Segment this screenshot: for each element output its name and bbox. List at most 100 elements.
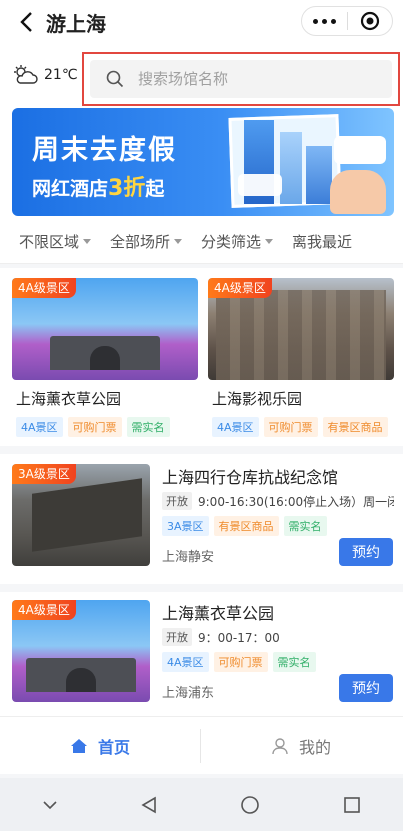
user-icon: [272, 737, 288, 754]
venue-card[interactable]: 4A级景区 上海薰衣草公园 4A景区 可购门票 需实名: [12, 278, 198, 437]
more-menu-button[interactable]: [302, 18, 347, 24]
filter-label: 全部场所: [110, 233, 171, 251]
tab-label: 首页: [97, 737, 130, 757]
venue-card[interactable]: 4A级景区 上海影视乐园 4A景区 可购门票 有景区商品: [208, 278, 394, 437]
reserve-button[interactable]: 预约: [339, 674, 393, 702]
filter-region[interactable]: 不限区域: [19, 231, 92, 252]
tag: 有景区商品: [213, 516, 279, 536]
hours-text: 9:00-16:30(16:00停止入场）周一闭…: [198, 494, 394, 509]
search-field[interactable]: [90, 60, 392, 98]
caret-down-icon: [174, 239, 183, 244]
tag: 4A景区: [162, 652, 209, 672]
banner-building: [280, 132, 302, 204]
venue-location: 上海浦东: [162, 686, 215, 701]
venue-image: 3A级景区: [12, 464, 150, 566]
miniapp-capsule: [301, 6, 393, 36]
open-status: 开放: [162, 628, 192, 646]
banner-building: [306, 146, 332, 204]
chevron-down-icon[interactable]: [42, 800, 58, 810]
back-button[interactable]: [10, 6, 42, 38]
banner-discount: 3折: [108, 176, 146, 201]
tag: 可购门票: [213, 652, 268, 672]
level-badge: 4A级景区: [12, 600, 76, 620]
tag-list: 4A景区 可购门票 需实名: [162, 652, 316, 672]
level-badge: 4A级景区: [208, 278, 272, 298]
featured-grid: 4A级景区 上海薰衣草公园 4A景区 可购门票 需实名 4A级景区 上海影视乐园…: [0, 278, 403, 446]
tag: 需实名: [283, 516, 327, 536]
hours-text: 9：00-17：00: [198, 630, 280, 645]
banner-subtitle-suffix: 起: [145, 178, 165, 200]
close-miniapp-button[interactable]: [347, 11, 392, 31]
recents-square-icon[interactable]: [343, 796, 361, 814]
section-divider: [0, 584, 403, 592]
banner-subtitle: 网红酒店3折起: [32, 170, 164, 202]
chevron-left-icon: [20, 12, 32, 32]
venue-list: 4A级景区 上海薰衣草公园 4A景区 可购门票 需实名 4A级景区 上海影视乐园…: [0, 268, 403, 716]
venue-image: 4A级景区: [12, 278, 198, 380]
tag: 需实名: [272, 652, 316, 672]
filter-label: 离我最近: [292, 233, 353, 251]
filter-bar: 不限区域 全部场所 分类筛选 离我最近: [0, 220, 403, 264]
gate-graphic: [50, 336, 160, 370]
tag: 4A景区: [16, 417, 63, 437]
home-circle-icon[interactable]: [240, 795, 260, 815]
tag: 3A景区: [162, 516, 209, 536]
banner-section: 周末去度假 网红酒店3折起: [0, 106, 403, 220]
banner-title: 周末去度假: [32, 135, 177, 166]
venue-name: 上海薰衣草公园: [162, 604, 275, 623]
weather-widget: 21℃: [12, 64, 78, 86]
banner-subtitle-prefix: 网红酒店: [32, 178, 109, 200]
home-icon: [70, 738, 87, 753]
tag: 可购门票: [67, 417, 122, 437]
search-box-highlight: [82, 52, 400, 106]
top-search-bar: 21℃: [0, 44, 403, 106]
search-input[interactable]: [138, 70, 358, 88]
search-icon: [106, 70, 124, 88]
tag-list: 4A景区 可购门票 有景区商品: [212, 417, 394, 437]
tab-home[interactable]: 首页: [0, 734, 200, 758]
level-badge: 3A级景区: [12, 464, 76, 484]
tag-list: 4A景区 可购门票 需实名: [16, 417, 198, 437]
venue-name: 上海薰衣草公园: [16, 390, 122, 408]
venue-name: 上海四行仓库抗战纪念馆: [162, 468, 339, 487]
caret-down-icon: [265, 239, 274, 244]
venue-row[interactable]: 3A级景区 上海四行仓库抗战纪念馆 开放 9:00-16:30(16:00停止入…: [0, 458, 403, 586]
tab-label: 我的: [298, 737, 331, 757]
reserve-button[interactable]: 预约: [339, 538, 393, 566]
tag: 有景区商品: [322, 417, 388, 437]
tag-list: 3A景区 有景区商品 需实名: [162, 516, 327, 536]
filter-sort-nearest[interactable]: 离我最近: [292, 231, 352, 252]
banner-chat-bubble: [334, 136, 386, 164]
header-bar: 游上海: [0, 0, 403, 44]
venue-location: 上海静安: [162, 550, 215, 565]
venue-name: 上海影视乐园: [212, 390, 303, 408]
opening-hours: 开放 9：00-17：00: [162, 628, 394, 646]
system-nav-bar: [0, 778, 403, 831]
page-title: 游上海: [46, 11, 106, 36]
bottom-tabbar: 首页 我的: [0, 716, 403, 774]
venue-row[interactable]: 4A级景区 上海薰衣草公园 开放 9：00-17：00 4A景区 可购门票 需实…: [0, 594, 403, 716]
banner-chat-bubble: [238, 174, 282, 196]
tag: 需实名: [126, 417, 170, 437]
venue-image: 4A级景区: [12, 600, 150, 702]
tab-mine[interactable]: 我的: [201, 734, 401, 758]
street-graphic: [216, 290, 386, 380]
section-divider: [0, 446, 403, 454]
back-triangle-icon[interactable]: [141, 796, 157, 814]
memorial-graphic: [32, 478, 142, 552]
venue-image: 4A级景区: [208, 278, 394, 380]
filter-label: 不限区域: [19, 233, 80, 251]
caret-down-icon: [83, 239, 92, 244]
target-icon: [360, 11, 379, 31]
tag: 可购门票: [263, 417, 318, 437]
promo-banner[interactable]: 周末去度假 网红酒店3折起: [12, 108, 394, 216]
level-badge: 4A级景区: [12, 278, 76, 298]
banner-hand-graphic: [330, 170, 386, 214]
weather-temp: 21℃: [44, 67, 78, 83]
partly-cloudy-icon: [14, 65, 38, 84]
filter-category[interactable]: 分类筛选: [201, 231, 274, 252]
open-status: 开放: [162, 492, 192, 510]
gate-graphic: [26, 658, 136, 692]
filter-venue-type[interactable]: 全部场所: [110, 231, 183, 252]
tag: 4A景区: [212, 417, 259, 437]
